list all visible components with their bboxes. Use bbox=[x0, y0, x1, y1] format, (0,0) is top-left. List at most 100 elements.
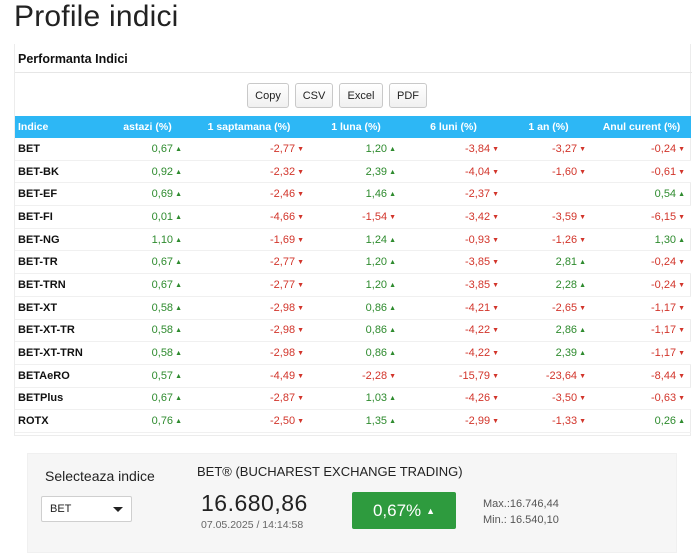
table-body: BET 0,67 ▲ -2,77 ▼ 1,20 ▲ -3,84 ▼ -3,27 ▼ -0,24 ▼ BET… bbox=[15, 138, 691, 433]
triangle-down-icon: ▼ bbox=[297, 372, 304, 380]
triangle-up-icon: ▲ bbox=[678, 236, 685, 244]
column-header-indice[interactable]: Indice bbox=[15, 121, 107, 133]
cell-value: -23,64 bbox=[545, 369, 578, 382]
table-row: BET-XT-TR 0,58 ▲ -2,98 ▼ 0,86 ▲ -4,22 ▼ 2,86 ▲ -1,1… bbox=[15, 320, 691, 343]
column-header-6-months[interactable]: 6 luni (%) bbox=[402, 121, 505, 133]
triangle-down-icon: ▼ bbox=[492, 213, 499, 221]
cell-value: -1,54 bbox=[361, 210, 388, 223]
triangle-up-icon: ▲ bbox=[175, 372, 182, 380]
cell-6-months: -4,21 ▼ bbox=[402, 302, 505, 314]
cell-ytd: -0,63 ▼ bbox=[592, 392, 691, 404]
cell-value: -1,17 bbox=[650, 347, 677, 360]
triangle-down-icon: ▼ bbox=[297, 395, 304, 403]
cell-value: -8,44 bbox=[650, 369, 677, 382]
cell-1-week: -4,49 ▼ bbox=[188, 370, 310, 382]
cell-value: -2,87 bbox=[269, 392, 296, 405]
cell-today: 0,67 ▲ bbox=[107, 279, 188, 291]
cell-1-year: 2,28 ▲ bbox=[505, 279, 592, 291]
chevron-down-icon bbox=[113, 507, 123, 512]
triangle-up-icon: ▲ bbox=[678, 191, 685, 199]
cell-1-month: 0,86 ▲ bbox=[310, 302, 402, 314]
triangle-down-icon: ▼ bbox=[678, 304, 685, 312]
cell-value: -0,24 bbox=[650, 278, 677, 291]
cell-6-months: -2,99 ▼ bbox=[402, 415, 505, 427]
cell-1-month: 0,86 ▲ bbox=[310, 324, 402, 336]
cell-ytd: -8,44 ▼ bbox=[592, 370, 691, 382]
selector-label: Selecteaza indice bbox=[45, 468, 155, 484]
cell-1-week: -4,66 ▼ bbox=[188, 211, 310, 223]
table-header: Indice astazi (%) 1 saptamana (%) 1 luna… bbox=[15, 116, 691, 138]
cell-value: 0,67 bbox=[151, 256, 174, 269]
index-name-cell: BET-FI bbox=[18, 210, 53, 223]
triangle-down-icon: ▼ bbox=[297, 350, 304, 358]
cell-1-week: -2,98 ▼ bbox=[188, 347, 310, 359]
cell-today: 0,67 ▲ bbox=[107, 392, 188, 404]
column-header-today[interactable]: astazi (%) bbox=[107, 121, 188, 133]
triangle-down-icon: ▼ bbox=[678, 350, 685, 358]
cell-ytd: 0,26 ▲ bbox=[592, 415, 691, 427]
index-select[interactable]: BET bbox=[41, 496, 132, 522]
cell-1-month: 1,46 ▲ bbox=[310, 188, 402, 200]
cell-6-months: -4,22 ▼ bbox=[402, 324, 505, 336]
table-row: BETPlus 0,67 ▲ -2,87 ▼ 1,03 ▲ -4,26 ▼ -3,50 ▼ -0,63… bbox=[15, 387, 691, 411]
cell-value: -2,46 bbox=[269, 188, 296, 201]
cell-value: 2,39 bbox=[555, 347, 578, 360]
index-name-cell: BET-XT-TR bbox=[18, 324, 75, 337]
triangle-up-icon: ▲ bbox=[175, 281, 182, 289]
cell-value: -1,26 bbox=[551, 233, 578, 246]
triangle-down-icon: ▼ bbox=[297, 213, 304, 221]
cell-1-year: -1,26 ▼ bbox=[505, 234, 592, 246]
cell-value: -4,49 bbox=[269, 369, 296, 382]
cell-value: 0,58 bbox=[151, 301, 174, 314]
cell-value: 0,26 bbox=[654, 415, 677, 428]
cell-ytd: -1,17 ▼ bbox=[592, 324, 691, 336]
cell-value: 1,46 bbox=[365, 188, 388, 201]
triangle-up-icon: ▲ bbox=[175, 168, 182, 176]
column-header-1-year[interactable]: 1 an (%) bbox=[505, 121, 592, 133]
column-header-ytd[interactable]: Anul curent (%) bbox=[592, 121, 691, 133]
cell-6-months: -2,37 ▼ bbox=[402, 188, 505, 200]
cell-value: 0,69 bbox=[151, 188, 174, 201]
cell-1-month: 0,86 ▲ bbox=[310, 347, 402, 359]
cell-today: 0,01 ▲ bbox=[107, 211, 188, 223]
copy-button[interactable]: Copy bbox=[247, 83, 289, 108]
triangle-down-icon: ▼ bbox=[297, 281, 304, 289]
cell-today: 0,67 ▲ bbox=[107, 143, 188, 155]
export-toolbar: Copy CSV Excel PDF bbox=[247, 83, 427, 108]
cell-value: 2,39 bbox=[365, 165, 388, 178]
triangle-down-icon: ▼ bbox=[579, 418, 586, 426]
triangle-down-icon: ▼ bbox=[297, 191, 304, 199]
pdf-button[interactable]: PDF bbox=[389, 83, 427, 108]
index-name-cell: BET-XT bbox=[18, 301, 58, 314]
cell-value: 2,28 bbox=[555, 278, 578, 291]
cell-ytd: -1,17 ▼ bbox=[592, 347, 691, 359]
index-max: Max.:16.746,44 bbox=[483, 498, 559, 510]
cell-1-month: 2,39 ▲ bbox=[310, 166, 402, 178]
triangle-down-icon: ▼ bbox=[492, 395, 499, 403]
cell-1-year: -3,50 ▼ bbox=[505, 392, 592, 404]
cell-value: 1,10 bbox=[151, 233, 174, 246]
table-row: BET-XT 0,58 ▲ -2,98 ▼ 0,86 ▲ -4,21 ▼ -2,65 ▼ -1,17 ▼ bbox=[15, 296, 691, 320]
cell-1-month: -2,28 ▼ bbox=[310, 370, 402, 382]
triangle-down-icon: ▼ bbox=[678, 213, 685, 221]
triangle-up-icon: ▲ bbox=[389, 350, 396, 358]
triangle-down-icon: ▼ bbox=[678, 327, 685, 335]
column-header-1-month[interactable]: 1 luna (%) bbox=[310, 121, 402, 133]
triangle-down-icon: ▼ bbox=[678, 168, 685, 176]
cell-6-months: -4,22 ▼ bbox=[402, 347, 505, 359]
excel-button[interactable]: Excel bbox=[339, 83, 383, 108]
cell-ytd: -6,15 ▼ bbox=[592, 211, 691, 223]
cell-value: 1,20 bbox=[365, 256, 388, 269]
triangle-up-icon: ▲ bbox=[579, 259, 586, 267]
triangle-up-icon: ▲ bbox=[389, 236, 396, 244]
column-header-1-week[interactable]: 1 saptamana (%) bbox=[188, 121, 310, 133]
csv-button[interactable]: CSV bbox=[295, 83, 333, 108]
triangle-down-icon: ▼ bbox=[678, 259, 685, 267]
index-name-cell: BET bbox=[18, 142, 40, 155]
cell-ytd: -1,17 ▼ bbox=[592, 302, 691, 314]
cell-1-year: -1,60 ▼ bbox=[505, 166, 592, 178]
triangle-up-icon: ▲ bbox=[389, 304, 396, 312]
cell-value: -3,85 bbox=[464, 278, 491, 291]
triangle-down-icon: ▼ bbox=[492, 350, 499, 358]
cell-value: 0,86 bbox=[365, 301, 388, 314]
